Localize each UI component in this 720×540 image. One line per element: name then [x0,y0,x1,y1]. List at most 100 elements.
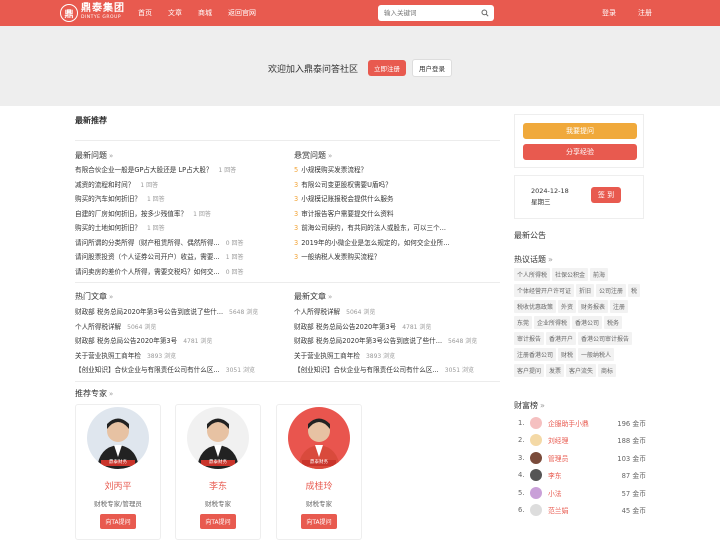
list-item[interactable]: 3 有限公司变更股权需要U盾吗？ [294,178,500,193]
search-input[interactable] [378,5,474,21]
list-item[interactable]: 请问卖房的差价个人所得，需要交税吗？如何交... 0 回答 [75,265,285,280]
rank-row[interactable]: 6. 范兰娟 45 金币 [518,502,646,520]
ask-expert-button[interactable]: 向TA提问 [100,514,136,529]
list-item-title[interactable]: 有限合伙企业一般是GP占大股还是 LP占大股？ [75,166,213,174]
rank-row[interactable]: 3. 管理员 103 金币 [518,449,646,467]
list-item[interactable]: 【创业知识】合伙企业与有限责任公司有什么区... 3051 浏览 [75,363,285,378]
logo[interactable]: 鼎 鼎泰集团 DINTYE GROUP [60,4,125,22]
list-item-title[interactable]: 个人所得税详解 [75,323,121,331]
expert-name[interactable]: 刘丙平 [76,479,160,492]
nav-official-site[interactable]: 返回官网 [228,8,256,18]
avatar[interactable] [530,469,542,482]
list-item-title[interactable]: 小规模购买发票流程？ [301,166,367,174]
topic-tag[interactable]: 客户流失 [566,364,597,377]
topic-tag[interactable]: 税收优惠政策 [514,300,557,313]
list-item[interactable]: 【创业知识】合伙企业与有限责任公司有什么区... 3051 浏览 [294,363,500,378]
expert-card[interactable]: 鼎泰财务 李东 财税专家 向TA提问 [175,404,261,540]
list-item[interactable]: 有限合伙企业一般是GP占大股还是 LP占大股？ 1 回答 [75,163,285,178]
topic-tag[interactable]: 香港公司审计报告 [578,332,633,345]
rank-user-name[interactable]: 刘经理 [548,435,617,445]
list-item[interactable]: 3 审计报告客户需要提交什么资料 [294,207,500,222]
list-item[interactable]: 财政部 税务总局2020年第3号公告到底说了些什... 5648 浏览 [75,305,285,320]
rank-row[interactable]: 4. 李东 87 金币 [518,467,646,485]
expert-avatar[interactable]: 鼎泰财务 [87,407,149,469]
topic-tag[interactable]: 审计报告 [514,332,545,345]
topic-tag[interactable]: 财税 [558,348,577,361]
rank-user-name[interactable]: 李东 [548,470,622,480]
list-item-title[interactable]: 购买的土地如何折旧？ [75,224,141,232]
list-item[interactable]: 关于营业执照工商年检 3893 浏览 [75,349,285,364]
topic-tag[interactable]: 个体经营开户许可证 [514,284,575,297]
list-item[interactable]: 自建的厂房如何折旧，按多少残值率？ 1 回答 [75,207,285,222]
topic-tag[interactable]: 东莞 [514,316,533,329]
topic-tag[interactable]: 个人所得税 [514,268,551,281]
hot-topics-heading[interactable]: 热议话题» [514,254,553,265]
rank-row[interactable]: 5. 小法 57 金币 [518,484,646,502]
list-item[interactable]: 个人所得税详解 5064 浏览 [75,320,285,335]
list-item-title[interactable]: 【创业知识】合伙企业与有限责任公司有什么区... [294,366,439,374]
topic-tag[interactable]: 折旧 [576,284,595,297]
login-button[interactable]: 用户登录 [412,59,453,77]
list-item[interactable]: 3 前海公司续约，有共同的法人或股东，可以三个... [294,221,500,236]
list-item-title[interactable]: 财政部 税务总局公告2020年第3号 [294,323,396,331]
list-item[interactable]: 3 2019年的小微企业是怎么规定的，如何交企业所... [294,236,500,251]
list-item-title[interactable]: 有限公司变更股权需要U盾吗？ [301,181,392,189]
list-item[interactable]: 购买的土地如何折旧？ 1 回答 [75,221,285,236]
ask-question-button[interactable]: 我要提问 [523,123,637,139]
list-item-title[interactable]: 小规模记账报税会提供什么服务 [301,195,393,203]
list-item-title[interactable]: 减资的流程和时间？ [75,181,134,189]
topic-tag[interactable]: 商标 [598,364,617,377]
list-item-title[interactable]: 【创业知识】合伙企业与有限责任公司有什么区... [75,366,220,374]
topic-tag[interactable]: 企业所得税 [534,316,571,329]
list-item-title[interactable]: 购买的汽车如何折旧？ [75,195,141,203]
list-item[interactable]: 3 小规模记账报税会提供什么服务 [294,192,500,207]
avatar[interactable] [530,434,542,447]
expert-card[interactable]: 鼎泰财务 刘丙平 财税专家/管理员 向TA提问 [75,404,161,540]
list-item-title[interactable]: 个人所得税详解 [294,308,340,316]
topic-tag[interactable]: 税 [628,284,641,297]
reward-questions-heading[interactable]: 悬赏问题» [294,150,332,161]
list-item-title[interactable]: 财政部 税务总局公告2020年第3号 [75,337,177,345]
list-item-title[interactable]: 请问股票投资（个人证券公司开户）收益，需要... [75,253,220,261]
nav-articles[interactable]: 文章 [168,8,182,18]
register-button[interactable]: 立即注册 [368,60,407,76]
avatar[interactable] [530,451,542,464]
ask-expert-button[interactable]: 向TA提问 [301,514,337,529]
topic-tag[interactable]: 前海 [590,268,609,281]
experts-heading[interactable]: 推荐专家» [75,388,113,399]
topic-tag[interactable]: 香港开户 [546,332,577,345]
wealth-rank-heading[interactable]: 财富榜» [514,400,545,411]
expert-name[interactable]: 李东 [176,479,260,492]
rank-row[interactable]: 1. 企服助手小鼎 196 金币 [518,414,646,432]
list-item[interactable]: 请问所谓的分类所得（财产租赁所得、偶然所得... 0 回答 [75,236,285,251]
hot-articles-heading[interactable]: 热门文章» [75,291,113,302]
list-item-title[interactable]: 财政部 税务总局2020年第3号公告到底说了些什... [294,337,442,345]
list-item-title[interactable]: 关于营业执照工商年检 [75,352,141,360]
expert-avatar[interactable]: 鼎泰财务 [288,407,350,469]
topic-tag[interactable]: 香港公司 [572,316,603,329]
list-item-title[interactable]: 自建的厂房如何折旧，按多少残值率？ [75,210,187,218]
list-item-title[interactable]: 财政部 税务总局2020年第3号公告到底说了些什... [75,308,223,316]
topic-tag[interactable]: 公司注册 [596,284,627,297]
topic-tag[interactable]: 注册 [610,300,629,313]
list-item[interactable]: 关于营业执照工商年检 3893 浏览 [294,349,500,364]
avatar[interactable] [530,504,542,517]
topic-tag[interactable]: 社保公积金 [552,268,589,281]
rank-row[interactable]: 2. 刘经理 188 金币 [518,432,646,450]
expert-card[interactable]: 鼎泰财务 成桂玲 财税专家 向TA提问 [276,404,362,540]
list-item[interactable]: 财政部 税务总局公告2020年第3号 4781 浏览 [294,320,500,335]
register-link[interactable]: 注册 [638,8,652,18]
rank-user-name[interactable]: 企服助手小鼎 [548,418,617,428]
list-item-title[interactable]: 请问所谓的分类所得（财产租赁所得、偶然所得... [75,239,220,247]
list-item[interactable]: 购买的汽车如何折旧？ 1 回答 [75,192,285,207]
list-item-title[interactable]: 请问卖房的差价个人所得，需要交税吗？如何交... [75,268,220,276]
rank-user-name[interactable]: 管理员 [548,453,617,463]
login-link[interactable]: 登录 [602,8,616,18]
rank-user-name[interactable]: 小法 [548,488,622,498]
latest-articles-heading[interactable]: 最新文章» [294,291,332,302]
list-item[interactable]: 5 小规模购买发票流程？ [294,163,500,178]
expert-name[interactable]: 成桂玲 [277,479,361,492]
avatar[interactable] [530,416,542,429]
list-item-title[interactable]: 关于营业执照工商年检 [294,352,360,360]
topic-tag[interactable]: 一般纳税人 [578,348,615,361]
